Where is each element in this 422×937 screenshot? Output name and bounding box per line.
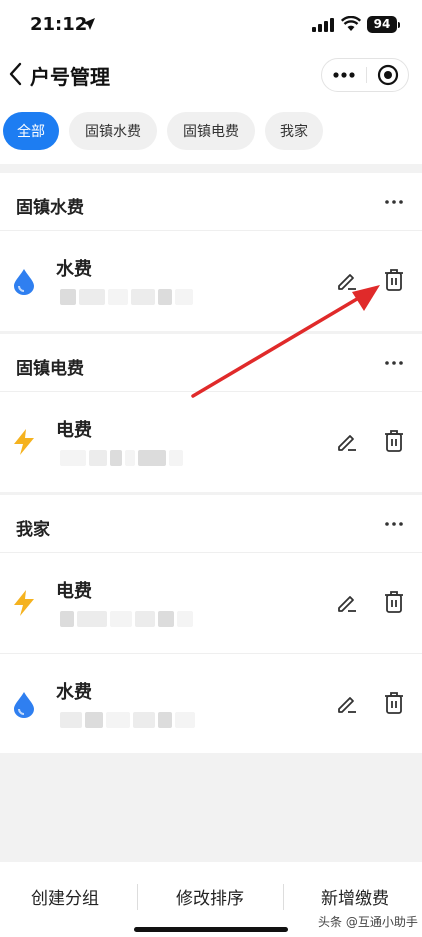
bottom-divider [137,884,138,910]
account-group: 我家 电费 水费 [0,495,422,753]
edit-icon[interactable] [335,430,359,454]
more-dots-icon [385,522,403,526]
group-header: 固镇电费 [0,334,422,392]
reorder-button[interactable]: 修改排序 [140,884,280,909]
edit-icon[interactable] [335,692,359,716]
battery-tip [398,22,400,28]
lightning-icon [14,429,34,455]
watermark: 头条 @互通小助手 [318,915,418,929]
account-number-blurred [60,289,193,309]
target-close-icon [377,64,399,86]
group-more-button[interactable] [381,193,407,211]
water-drop-icon [14,692,34,718]
battery-indicator: 94 [367,16,397,33]
trash-icon[interactable] [383,429,405,453]
tab-all[interactable]: 全部 [3,112,59,150]
list-item[interactable]: 电费 [0,553,422,653]
account-number-blurred [60,712,195,732]
item-title: 水费 [56,259,92,280]
tab-guzhen-water[interactable]: 固镇水费 [69,112,157,150]
list-item[interactable]: 电费 [0,392,422,492]
tab-guzhen-electric[interactable]: 固镇电费 [167,112,255,150]
item-title: 电费 [56,420,92,441]
edit-icon[interactable] [335,269,359,293]
close-mini-program-button[interactable] [367,59,409,91]
location-arrow-icon [83,18,95,30]
item-title: 水费 [56,682,92,703]
group-more-button[interactable] [381,515,407,533]
group-header: 我家 [0,495,422,553]
filter-tabs: 全部 固镇水费 固镇电费 我家 [0,100,422,164]
group-header: 固镇水费 [0,173,422,231]
home-indicator [134,927,288,932]
status-time: 21:12 [30,14,88,35]
mini-program-capsule [321,58,409,92]
list-item[interactable]: 水费 [0,653,422,753]
more-dots-icon [385,200,403,204]
account-group: 固镇电费 电费 [0,334,422,492]
bottom-divider [283,884,284,910]
list-item[interactable]: 水费 [0,231,422,331]
back-chevron-icon[interactable] [8,62,24,86]
item-title: 电费 [56,581,92,602]
group-name: 我家 [16,520,50,540]
account-number-blurred [60,611,193,631]
more-menu-button[interactable] [322,59,366,91]
account-number-blurred [60,450,183,470]
more-dots-icon [333,72,355,78]
edit-icon[interactable] [335,591,359,615]
add-payment-button[interactable]: 新增缴费 [285,884,422,909]
account-group: 固镇水费 水费 [0,173,422,331]
signal-icon [312,18,334,32]
tab-my-home[interactable]: 我家 [265,112,323,150]
wifi-icon [341,16,361,31]
trash-icon[interactable] [383,268,405,292]
more-dots-icon [385,361,403,365]
nav-bar: 户号管理 [0,48,422,100]
trash-icon[interactable] [383,691,405,715]
group-name: 固镇水费 [16,198,84,218]
group-name: 固镇电费 [16,359,84,379]
create-group-button[interactable]: 创建分组 [0,884,135,909]
lightning-icon [14,590,34,616]
water-drop-icon [14,269,34,295]
trash-icon[interactable] [383,590,405,614]
group-more-button[interactable] [381,354,407,372]
page-title: 户号管理 [30,65,110,89]
status-bar: 21:12 94 [0,0,422,48]
